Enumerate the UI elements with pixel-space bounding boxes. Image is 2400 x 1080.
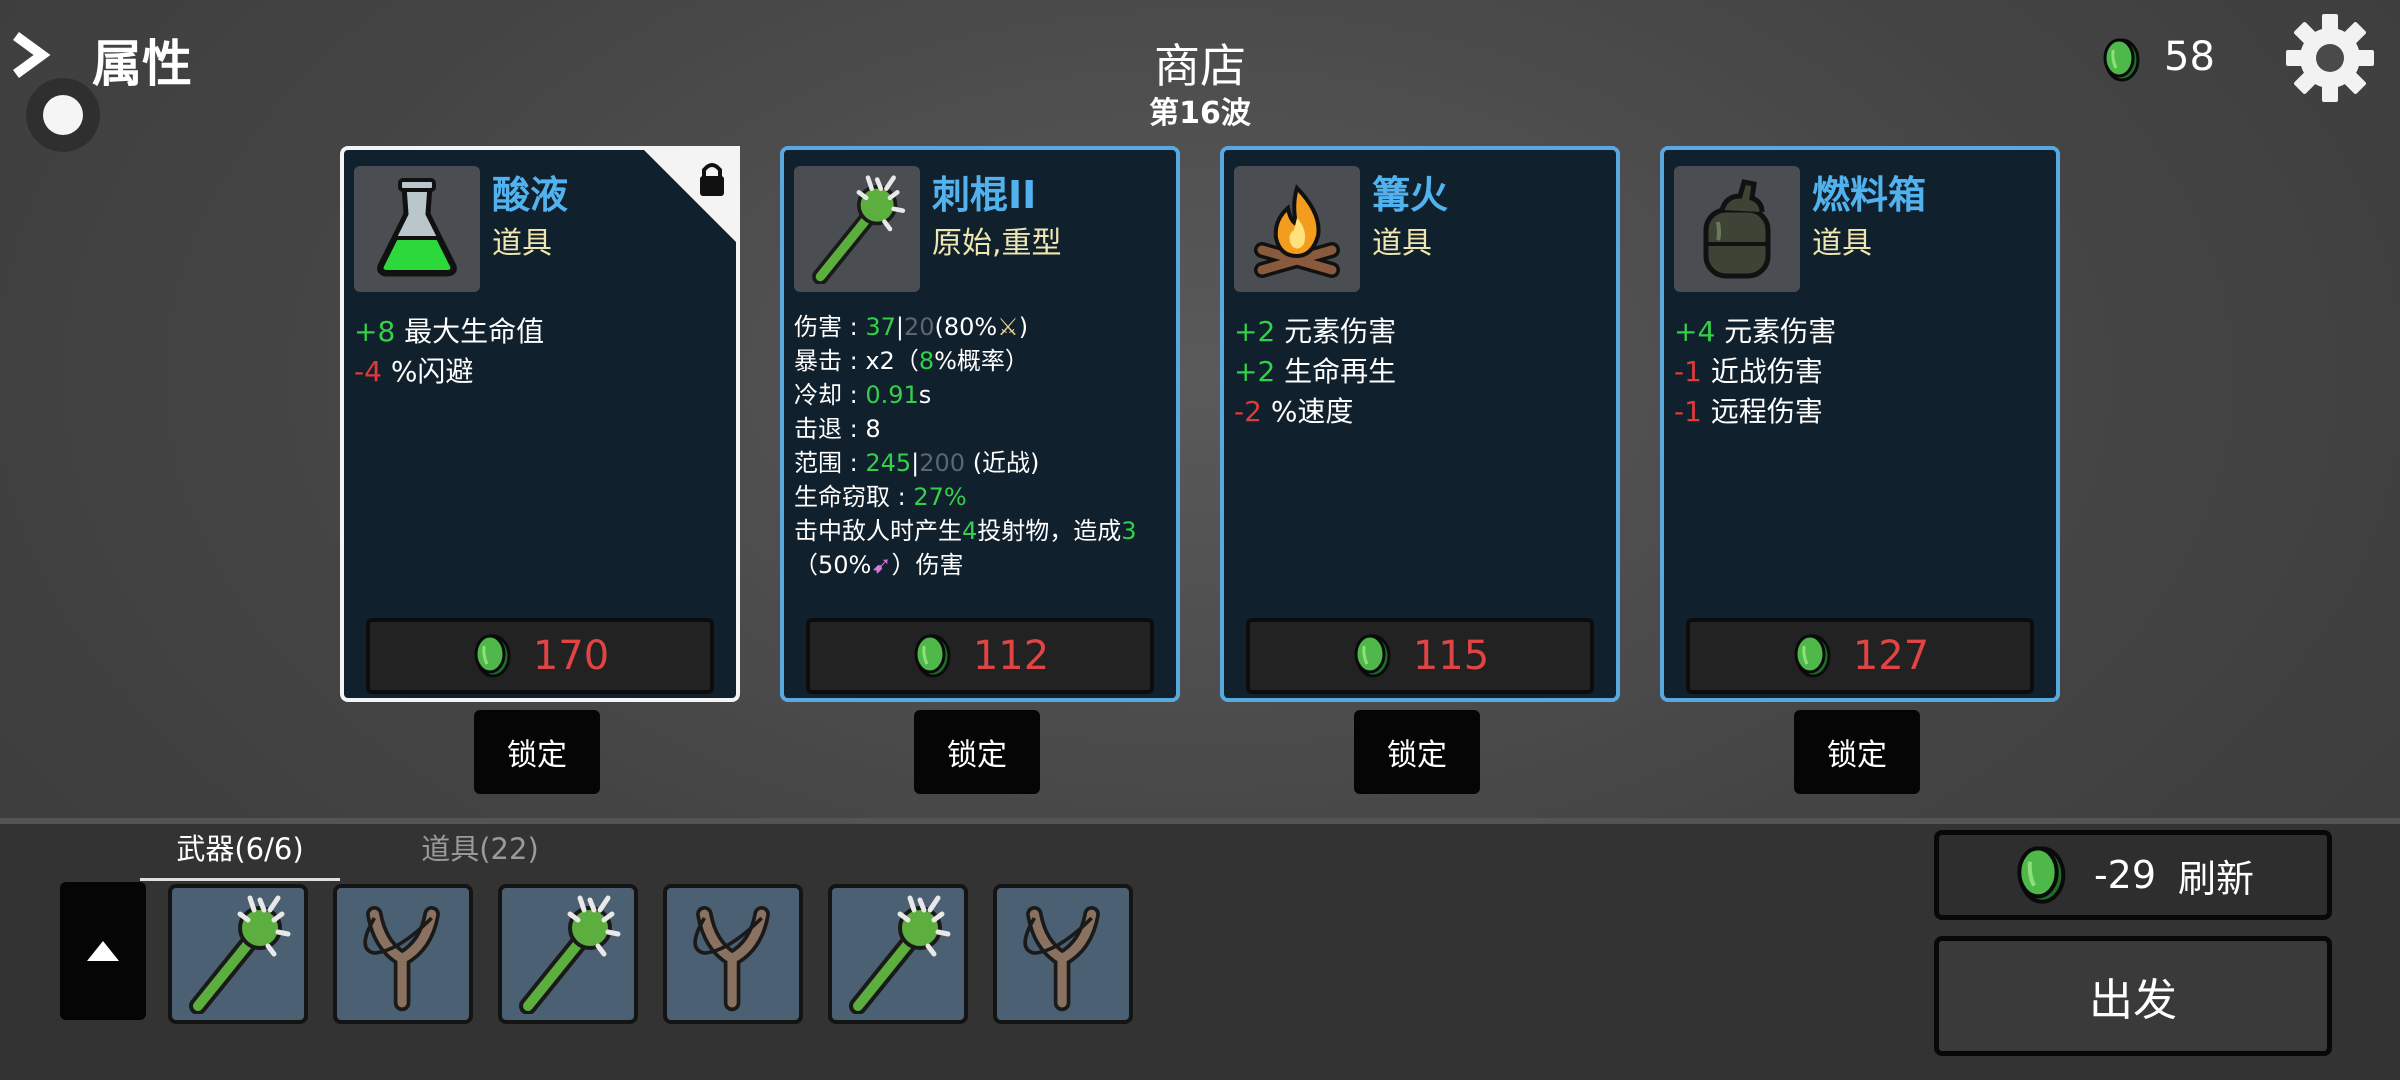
item-stats: +4 元素伤害 -1 近战伤害 -1 远程伤害 [1674,312,2048,432]
wave-label: 第16波 [1149,96,1251,131]
price-label: 112 [972,633,1050,679]
stat-line: -4 %闪避 [354,355,474,388]
shop-card-campfire[interactable]: 篝火 道具 +2 元素伤害 +2 生命再生 -2 %速度 115 [1220,146,1620,702]
stat-range: 范围 : 245|200 (近战) [794,449,1040,477]
go-button[interactable]: 出发 [1934,936,2332,1056]
fuel-tank-icon [1674,166,1800,292]
lock-button[interactable]: 锁定 [1794,710,1920,794]
item-name: 刺棍II [932,173,1037,217]
buy-button[interactable]: 170 [366,618,714,694]
coin-icon [474,634,511,678]
weapon-slot[interactable] [993,884,1133,1024]
spiked-club-icon [178,894,298,1014]
item-type: 道具 [492,226,552,261]
lock-button[interactable]: 锁定 [914,710,1040,794]
lock-corner-icon [640,146,740,246]
price-label: 170 [532,633,610,679]
stat-knockback: 击退 : 8 [794,415,881,443]
record-circle-icon[interactable] [26,78,100,152]
item-type: 原始,重型 [932,226,1062,261]
stat-line: +8 最大生命值 [354,315,545,348]
coin-icon [1354,634,1391,678]
weapon-slot[interactable] [168,884,308,1024]
expand-inventory-button[interactable] [60,882,146,1020]
attributes-label[interactable]: 属性 [92,24,192,96]
weapon-slot[interactable] [663,884,803,1024]
gold-count: 58 [2164,34,2215,80]
coin-icon [2017,846,2066,904]
item-name: 酸液 [492,173,569,217]
refresh-label: 刷新 [2178,856,2255,901]
buy-button[interactable]: 115 [1246,618,1594,694]
acid-flask-icon [354,166,480,292]
slingshot-icon [673,894,793,1014]
refresh-button[interactable]: -29 刷新 [1934,830,2332,920]
tab-weapons[interactable]: 武器(6/6) [140,826,340,881]
item-name: 燃料箱 [1812,173,1927,217]
stat-effect-scaling: （50%➹）伤害 [794,551,964,579]
shop-card-spiked-club[interactable]: 刺棍II 原始,重型 伤害 : 37|20(80%⚔) 暴击 : x2（8%概率… [780,146,1180,702]
weapon-slot[interactable] [498,884,638,1024]
stat-damage: 伤害 : 37|20(80%⚔) [794,313,1029,341]
refresh-cost: -29 [2093,853,2157,897]
chevron-right-icon[interactable] [8,30,54,80]
stat-effect: 击中敌人时产生4投射物，造成3 [794,517,1137,545]
shop-title: 商店 [1154,39,1246,93]
lock-button[interactable]: 锁定 [474,710,600,794]
stat-line: +2 生命再生 [1234,355,1397,388]
item-stats: +2 元素伤害 +2 生命再生 -2 %速度 [1234,312,1608,432]
weapon-stats: 伤害 : 37|20(80%⚔) 暴击 : x2（8%概率） 冷却 : 0.91… [794,310,1168,582]
spiked-club-icon [838,894,958,1014]
price-label: 115 [1412,633,1490,679]
item-type: 道具 [1372,226,1432,261]
slingshot-icon [1003,894,1123,1014]
gear-icon[interactable] [2284,12,2376,104]
weapon-slot[interactable] [333,884,473,1024]
spiked-club-icon [794,166,920,292]
item-type: 道具 [1812,226,1872,261]
tab-items[interactable]: 道具(22) [380,826,580,868]
stat-line: -1 远程伤害 [1674,395,1823,428]
stat-line: -1 近战伤害 [1674,355,1823,388]
spiked-club-icon [508,894,628,1014]
lock-button[interactable]: 锁定 [1354,710,1480,794]
coin-icon [1794,634,1831,678]
stat-line: +4 元素伤害 [1674,315,1837,348]
shop-card-fuel-tank[interactable]: 燃料箱 道具 +4 元素伤害 -1 近战伤害 -1 远程伤害 127 [1660,146,2060,702]
item-name: 篝火 [1372,173,1449,217]
stat-cooldown: 冷却 : 0.91s [794,381,932,409]
stat-line: +2 元素伤害 [1234,315,1397,348]
buy-button[interactable]: 127 [1686,618,2034,694]
coin-icon [2103,38,2140,82]
stat-lifesteal: 生命窃取 : 27% [794,483,967,511]
melee-damage-icon: ⚔ [997,313,1019,341]
shop-card-acid[interactable]: 酸液 道具 +8 最大生命值 -4 %闪避 170 [340,146,740,702]
stat-crit: 暴击 : x2（8%概率） [794,347,1029,375]
buy-button[interactable]: 112 [806,618,1154,694]
slingshot-icon [343,894,463,1014]
campfire-icon [1234,166,1360,292]
item-stats: +8 最大生命值 -4 %闪避 [354,312,728,392]
triangle-up-icon [87,941,119,961]
coin-icon [914,634,951,678]
price-label: 127 [1852,633,1930,679]
stat-line: -2 %速度 [1234,395,1354,428]
ranged-damage-icon: ➹ [871,551,892,579]
weapon-slot[interactable] [828,884,968,1024]
